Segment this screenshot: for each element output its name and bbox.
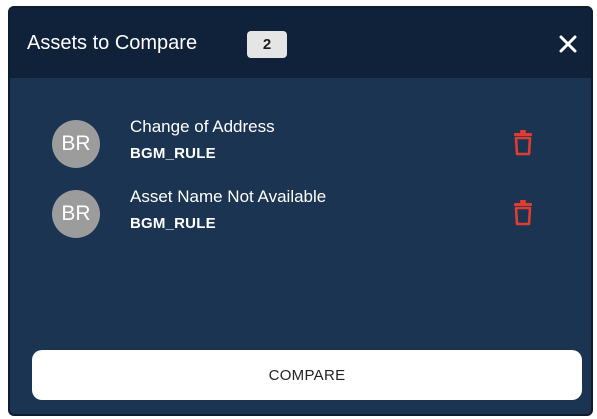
avatar: BR	[52, 120, 100, 168]
trash-icon	[514, 200, 532, 226]
asset-count-badge: 2	[247, 31, 287, 58]
asset-list-item: BR Asset Name Not Available BGM_RULE	[10, 184, 591, 244]
dialog-header: Assets to Compare 2	[10, 8, 591, 78]
close-icon	[559, 35, 577, 53]
asset-name: Asset Name Not Available	[130, 187, 327, 206]
trash-icon	[514, 130, 532, 156]
delete-asset-button[interactable]	[513, 130, 533, 156]
close-button[interactable]	[556, 32, 580, 56]
asset-type: BGM_RULE	[130, 145, 216, 162]
asset-name: Change of Address	[130, 117, 275, 136]
dialog-title: Assets to Compare	[27, 32, 198, 54]
compare-button[interactable]: COMPARE	[32, 350, 582, 400]
avatar: BR	[52, 190, 100, 238]
compare-assets-dialog: Assets to Compare 2 BR Change of Address…	[8, 6, 593, 416]
delete-asset-button[interactable]	[513, 200, 533, 226]
asset-type: BGM_RULE	[130, 215, 216, 232]
asset-list-item: BR Change of Address BGM_RULE	[10, 114, 591, 174]
